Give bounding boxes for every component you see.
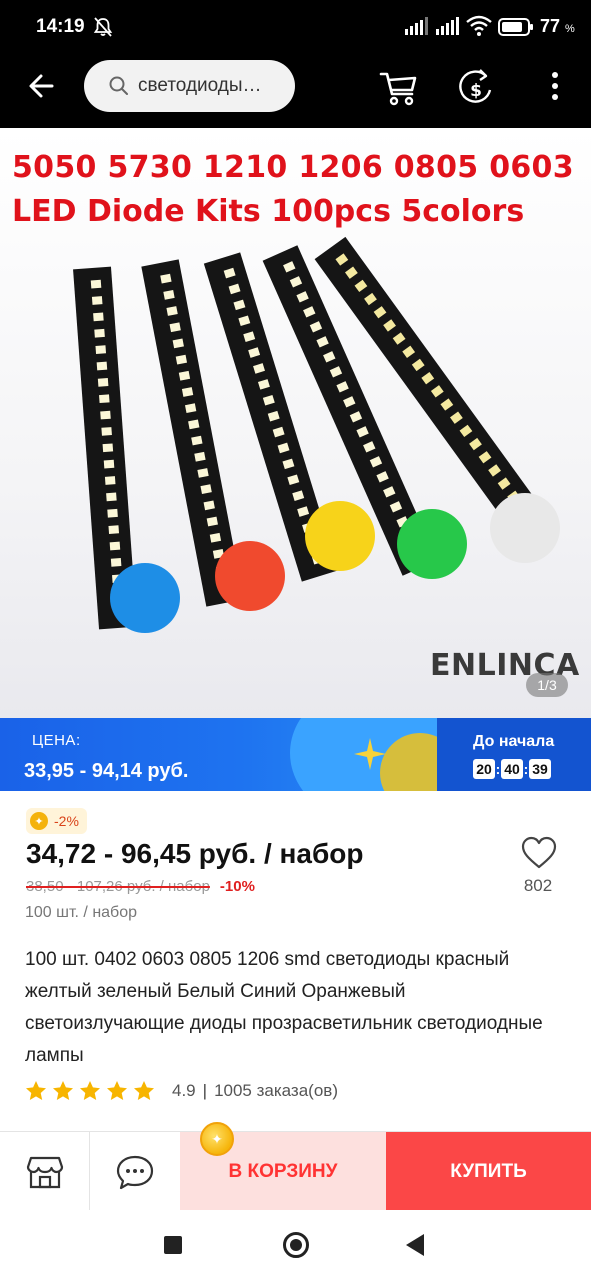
orders-count: 1005 заказа(ов): [214, 1081, 338, 1100]
wifi-icon: [466, 15, 492, 36]
sale-price-panel: ЦЕНА: 33,95 - 94,14 руб.: [0, 718, 437, 791]
product-title: 100 шт. 0402 0603 0805 1206 smd светодио…: [25, 949, 543, 1066]
star-icon: [107, 1081, 127, 1100]
color-sticker: [110, 563, 180, 633]
rating-value: 4.9: [172, 1081, 196, 1100]
color-sticker: [490, 493, 560, 563]
coin-discount-badge: ✦ -2%: [26, 808, 87, 834]
cart-icon[interactable]: [378, 66, 420, 108]
bell-off-icon: [93, 17, 113, 37]
color-sticker: [215, 541, 285, 611]
heart-icon[interactable]: [520, 836, 558, 870]
countdown-panel: До начала 20 : 40 : 39: [437, 718, 591, 791]
rating-separator: |: [202, 1081, 208, 1100]
star-icon: [53, 1081, 73, 1100]
sale-banner[interactable]: ЦЕНА: 33,95 - 94,14 руб. До начала 20 : …: [0, 718, 591, 791]
battery-percent: 77 %: [540, 16, 575, 37]
rating-row[interactable]: 4.9 | 1005 заказа(ов): [25, 1080, 338, 1102]
old-price: 38,50 - 107,26 руб. / набор: [26, 878, 210, 895]
store-button[interactable]: [0, 1132, 90, 1211]
status-time: 14:19: [36, 16, 85, 37]
old-price-discount: -10%: [219, 878, 255, 895]
svg-text:$: $: [470, 81, 482, 101]
system-nav-bar: [0, 1210, 591, 1280]
battery-value: 77: [540, 16, 561, 36]
coin-discount-value: -2%: [54, 813, 79, 829]
store-icon: [26, 1156, 63, 1188]
countdown-hours: 20: [473, 759, 495, 779]
action-bar: В КОРЗИНУ КУПИТЬ ✦: [0, 1122, 591, 1211]
old-price-row: 38,50 - 107,26 руб. / набор -10%: [26, 878, 255, 895]
chat-button[interactable]: [90, 1132, 180, 1211]
star-icon: [26, 1081, 46, 1100]
star-icon: [134, 1081, 154, 1100]
search-input[interactable]: светодиоды…: [84, 60, 295, 112]
sale-label: ЦЕНА:: [32, 732, 81, 749]
buy-now-button[interactable]: КУПИТЬ: [386, 1132, 591, 1211]
search-icon: [109, 76, 128, 95]
app-header: 14:19 77 % светодиоды… $: [0, 0, 591, 128]
chat-bubble-icon: [116, 1155, 154, 1189]
back-button[interactable]: [24, 68, 60, 104]
countdown-timer: 20 : 40 : 39: [473, 759, 551, 779]
star-sparkle-icon: [354, 738, 386, 770]
rating-stars: [25, 1080, 160, 1102]
unit-note: 100 шт. / набор: [25, 904, 138, 921]
battery-unit: %: [565, 23, 575, 35]
wishlist-count: 802: [523, 876, 553, 895]
sale-price-range: 33,95 - 94,14 руб.: [24, 760, 189, 782]
current-price: 34,72 - 96,45 руб. / набор: [26, 838, 364, 869]
countdown-minutes: 40: [501, 759, 523, 779]
signal-icon: [405, 17, 428, 35]
countdown-seconds: 39: [529, 759, 551, 779]
search-text: светодиоды…: [138, 75, 262, 96]
battery-icon: [498, 18, 533, 36]
coin-reward-icon: ✦: [200, 1122, 234, 1156]
product-image-gallery[interactable]: 5050 5730 1210 1206 0805 0603 LED Diode …: [0, 128, 591, 718]
product-page: 14:19 77 % светодиоды… $ 5050 5730 1210 …: [0, 0, 591, 1280]
image-headline-line1: 5050 5730 1210 1206 0805 0603: [12, 150, 574, 185]
signal-icon: [436, 17, 459, 35]
coin-dollar-icon[interactable]: $: [458, 66, 496, 108]
color-sticker: [397, 509, 467, 579]
color-sticker: [305, 501, 375, 571]
home-button[interactable]: [283, 1232, 309, 1258]
system-back-button[interactable]: [406, 1234, 424, 1256]
gallery-pager: 1/3: [526, 673, 568, 697]
image-headline-line2: LED Diode Kits 100pcs 5colors: [12, 194, 525, 229]
status-bar: 14:19 77 %: [0, 0, 591, 52]
recents-button[interactable]: [164, 1236, 182, 1254]
coin-icon: ✦: [30, 812, 48, 830]
more-vertical-icon[interactable]: [545, 68, 565, 104]
star-icon: [80, 1081, 100, 1100]
countdown-label: До начала: [473, 733, 555, 750]
